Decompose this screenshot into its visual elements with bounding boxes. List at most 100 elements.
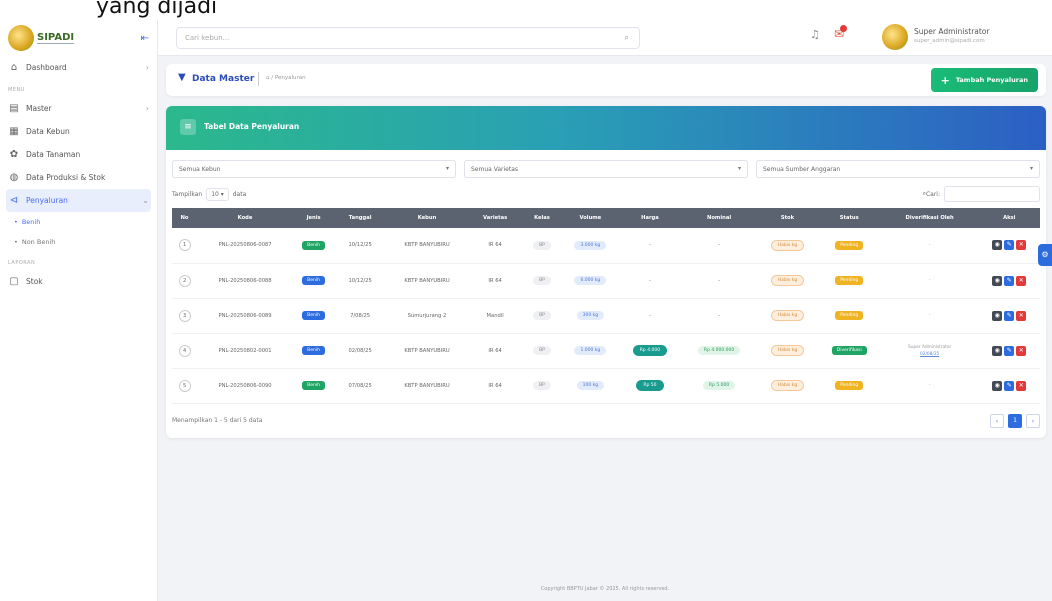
sidebar-item-dashboard[interactable]: ⌂ Dashboard › — [0, 56, 157, 79]
col-stok[interactable]: Stok — [757, 208, 817, 228]
prev-page-button[interactable]: ‹ — [990, 413, 1004, 428]
verified-by-name: Super Administrator — [908, 344, 952, 350]
kelas-badge: BP — [533, 240, 551, 250]
col-kebun[interactable]: Kebun — [386, 208, 468, 228]
col-kelas[interactable]: Kelas — [522, 208, 561, 228]
cell-harga: - — [619, 228, 681, 264]
cell-no: 1 — [172, 228, 198, 264]
edit-icon[interactable]: ✎ — [1004, 380, 1015, 391]
sidebar-sub-non-benih[interactable]: • Non Benih — [0, 232, 157, 252]
cell-nominal: - — [680, 263, 758, 299]
avatar[interactable] — [882, 24, 908, 50]
table-row: 4 PNL-20250802-0001 Benih 02/08/25 KBTP BANY… — [172, 333, 1040, 369]
chevron-down-icon: ⌄ — [142, 196, 149, 205]
cell-diverifikasi: - — [880, 368, 979, 404]
page-length-select[interactable]: 10 ▾ — [206, 187, 229, 201]
cell-volume: 3.000 kg — [561, 228, 620, 264]
view-icon[interactable]: ◉ — [992, 345, 1003, 356]
bell-icon[interactable]: ♫ — [810, 28, 820, 41]
main-content: ▼ Data Master ⌂ / Penyaluran + Tambah Pe… — [166, 56, 1046, 438]
sidebar-item-penyaluran[interactable]: ⊲ Penyaluran ⌄ — [6, 189, 151, 212]
col-diverifikasi[interactable]: Diverifikasi Oleh — [881, 208, 979, 228]
sidebar-item-master[interactable]: ▤ Master › — [0, 97, 157, 120]
edit-icon[interactable]: ✎ — [1004, 310, 1015, 321]
row-actions: ◉ ✎ ✕ — [992, 310, 1027, 321]
data-label: data — [232, 190, 247, 198]
search-input[interactable]: Cari kebun... ⌕ — [176, 27, 640, 49]
volume-badge: 100 kg — [576, 381, 605, 390]
table-header-row: No Kode Jenis Tanggal Kebun Varietas Kel… — [172, 208, 1040, 228]
search-placeholder: Cari kebun... — [185, 34, 230, 42]
table-search-input[interactable] — [944, 186, 1040, 202]
sidebar-section-laporan: LAPORAN — [8, 260, 36, 266]
col-volume[interactable]: Volume — [562, 208, 619, 228]
sidebar-item-stok[interactable]: ▢ Stok — [0, 270, 157, 293]
next-page-button[interactable]: › — [1026, 413, 1040, 428]
view-icon[interactable]: ◉ — [992, 380, 1003, 391]
verified-by: - — [881, 382, 979, 389]
edit-icon[interactable]: ✎ — [1004, 345, 1015, 356]
table-card: ≡ Tabel Data Penyaluran Semua Kebun ▾ Se… — [166, 106, 1046, 438]
search-icon[interactable]: ⌕ — [625, 33, 629, 43]
stok-badge: Habis kg — [770, 380, 805, 391]
sidebar-item-data-kebun[interactable]: ▦ Data Kebun — [0, 120, 157, 143]
cell-kebun: KBTP BANYUBIRU — [386, 228, 468, 264]
add-penyaluran-button[interactable]: + Tambah Penyaluran — [930, 68, 1038, 92]
volume-badge: 300 kg — [576, 311, 605, 320]
notification-icon[interactable]: ✉ — [834, 25, 848, 41]
col-harga[interactable]: Harga — [619, 208, 681, 228]
col-tanggal[interactable]: Tanggal — [334, 208, 386, 228]
cell-kelas: BP — [522, 368, 562, 404]
delete-icon[interactable]: ✕ — [1016, 380, 1027, 391]
settings-gear-icon[interactable]: ⚙ — [1038, 244, 1052, 266]
sidebar-item-label: Penyaluran — [26, 196, 68, 205]
cell-tanggal: 02/08/25 — [334, 333, 387, 369]
collapse-sidebar-icon[interactable]: ⇤ — [141, 33, 149, 44]
brand[interactable]: SIPADI ⇤ — [0, 20, 157, 56]
delete-icon[interactable]: ✕ — [1016, 345, 1027, 356]
anggaran-select[interactable]: Semua Sumber Anggaran ▾ — [756, 160, 1040, 178]
varietas-select[interactable]: Semua Varietas ▾ — [464, 160, 748, 178]
cell-diverifikasi: Super Administrator 02/08/25 — [880, 333, 979, 369]
kebun-select[interactable]: Semua Kebun ▾ — [172, 160, 456, 178]
cell-harga: Rp 50 — [619, 368, 681, 404]
page-caption: yang dijadi — [96, 0, 218, 19]
edit-icon[interactable]: ✎ — [1004, 275, 1015, 286]
delete-icon[interactable]: ✕ — [1016, 310, 1027, 321]
verified-by: - — [881, 242, 979, 249]
garden-icon: ▦ — [9, 126, 19, 137]
verified-date-link[interactable]: 02/08/25 — [881, 351, 979, 358]
view-icon[interactable]: ◉ — [992, 240, 1003, 251]
cell-harga: - — [619, 263, 681, 299]
sidebar-item-label: Dashboard — [26, 63, 67, 72]
page-1-button[interactable]: 1 — [1008, 413, 1022, 428]
col-no[interactable]: No — [172, 208, 197, 228]
col-jenis[interactable]: Jenis — [293, 208, 334, 228]
cell-jenis: Benih — [293, 228, 335, 264]
delete-icon[interactable]: ✕ — [1016, 240, 1027, 251]
sidebar-item-data-tanaman[interactable]: ✿ Data Tanaman — [0, 143, 157, 166]
cell-aksi: ◉ ✎ ✕ — [978, 368, 1040, 404]
kelas-badge: BP — [533, 311, 551, 320]
sidebar-item-label: Data Kebun — [26, 127, 70, 136]
cell-aksi: ◉ ✎ ✕ — [978, 333, 1040, 369]
view-icon[interactable]: ◉ — [992, 275, 1003, 286]
cell-status: Pending — [817, 228, 881, 264]
col-nominal[interactable]: Nominal — [681, 208, 757, 228]
edit-icon[interactable]: ✎ — [1004, 240, 1015, 251]
sidebar-sub-benih[interactable]: • Benih — [0, 212, 157, 232]
card-title: Tabel Data Penyaluran — [204, 122, 300, 131]
breadcrumb[interactable]: ⌂ / Penyaluran — [266, 75, 306, 81]
view-icon[interactable]: ◉ — [992, 310, 1003, 321]
cell-status: Pending — [817, 368, 881, 404]
chevron-right-icon: › — [145, 63, 149, 72]
cell-stok: Habis kg — [757, 263, 818, 299]
col-kode[interactable]: Kode — [197, 208, 293, 228]
col-varietas[interactable]: Varietas — [468, 208, 522, 228]
col-status[interactable]: Status — [818, 208, 881, 228]
user-name[interactable]: Super Administrator — [914, 27, 989, 36]
sidebar-item-produksi-stok[interactable]: ◍ Data Produksi & Stok — [0, 166, 157, 189]
divider — [258, 72, 259, 86]
row-number: 1 — [178, 239, 191, 252]
delete-icon[interactable]: ✕ — [1016, 275, 1027, 286]
